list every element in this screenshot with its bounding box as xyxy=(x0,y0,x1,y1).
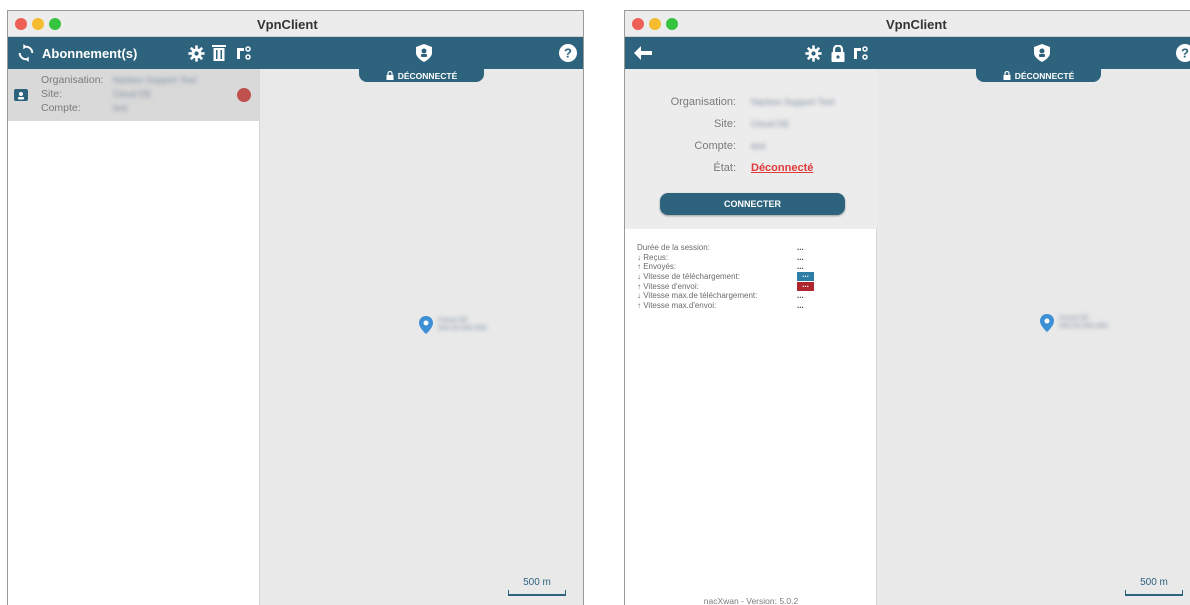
account-value: test xyxy=(113,103,128,113)
subscription-item[interactable]: Organisation: Site: Compte: Nacbox Suppo… xyxy=(8,69,260,121)
state-label: État: xyxy=(713,162,736,174)
minimize-window-button[interactable] xyxy=(32,18,44,30)
svg-text:?: ? xyxy=(564,46,572,61)
connection-status-tab: DÉCONNECTÉ xyxy=(976,69,1101,82)
zoom-window-button[interactable] xyxy=(49,18,61,30)
vpn-shield-icon xyxy=(413,42,435,64)
stat-value: ... xyxy=(797,291,804,301)
account-label: Compte: xyxy=(694,140,736,152)
close-window-button[interactable] xyxy=(15,18,27,30)
stat-value: ... xyxy=(797,243,804,252)
gear-icon[interactable] xyxy=(803,43,823,63)
stat-label: ↑ Vitesse d'envoi: xyxy=(637,281,699,291)
toolbar: Abonnement(s) ? xyxy=(8,37,583,69)
stat-label: ↓ Reçus: xyxy=(637,252,669,262)
stat-label: ↑ Envoyés: xyxy=(637,262,677,272)
lock-icon[interactable] xyxy=(828,43,848,63)
scale-label: 500 m xyxy=(1140,577,1168,588)
version-label: nacXwan - Version: 5.0.2 xyxy=(703,596,799,605)
trash-icon[interactable] xyxy=(209,43,229,63)
map-pin[interactable]: Cloud DE 000.00.000.000 xyxy=(419,316,487,334)
map-scale: 500 m xyxy=(1125,577,1183,596)
location-pin-icon xyxy=(1040,314,1054,332)
stat-value: ... xyxy=(797,252,804,262)
location-pin-icon xyxy=(419,316,433,334)
vpnclient-window-details: VpnClient ? Organisation: Site: Compte: xyxy=(624,10,1190,605)
map-pin[interactable]: Cloud DE 000.00.000.000 xyxy=(1040,314,1108,332)
subscription-list: Organisation: Site: Compte: Nacbox Suppo… xyxy=(8,69,260,605)
stat-label: ↓ Vitesse de téléchargement: xyxy=(637,272,741,282)
toolbar-title: Abonnement(s) xyxy=(42,46,138,61)
help-icon[interactable]: ? xyxy=(1175,43,1190,63)
window-title: VpnClient xyxy=(886,17,947,32)
stat-row: ↑ Vitesse max.d'envoi:... xyxy=(637,301,867,311)
map[interactable] xyxy=(877,69,1190,605)
state-value: Déconnecté xyxy=(751,162,814,174)
stat-value: ... xyxy=(797,280,814,291)
lock-icon xyxy=(386,71,394,80)
stat-row: ↓ Vitesse de téléchargement:... xyxy=(637,271,867,282)
session-stats: Durée de la session:... ↓ Reçus:... ↑ Envo… xyxy=(637,243,867,311)
gear-icon[interactable] xyxy=(186,43,206,63)
scale-bar xyxy=(508,590,566,596)
account-value: test xyxy=(751,141,766,151)
pin-site-label: Cloud DE xyxy=(1059,315,1089,322)
toolbar: ? xyxy=(625,37,1190,69)
connection-status-tab: DÉCONNECTÉ xyxy=(359,69,484,82)
stat-row: ↑ Vitesse d'envoi:... xyxy=(637,280,867,292)
help-icon[interactable]: ? xyxy=(558,43,578,63)
details-panel: Organisation: Site: Compte: État: Nacbox… xyxy=(625,69,877,605)
route-icon[interactable] xyxy=(851,43,871,63)
stat-value: ... xyxy=(797,301,804,311)
org-value: Nacbox Support Tool xyxy=(113,75,197,85)
stat-label: ↑ Vitesse max.d'envoi: xyxy=(637,301,717,311)
status-dot xyxy=(237,88,251,102)
connection-status-label: DÉCONNECTÉ xyxy=(397,70,458,81)
stat-row: Durée de la session:... xyxy=(637,243,867,253)
stat-row: ↓ Vitesse max.de téléchargement:... xyxy=(637,291,867,301)
vpn-shield-icon xyxy=(1031,42,1053,64)
stat-row: ↓ Reçus:... xyxy=(637,253,867,263)
refresh-icon[interactable] xyxy=(15,42,37,64)
lock-icon xyxy=(1003,71,1011,80)
org-label: Organisation: xyxy=(41,74,104,86)
back-arrow-icon[interactable] xyxy=(632,42,654,64)
vpnclient-window-subscriptions: VpnClient Abonnement(s) ? Organisation: … xyxy=(7,10,584,605)
subscription-details: Organisation: Site: Compte: État: Nacbox… xyxy=(625,69,877,229)
title-bar: VpnClient xyxy=(8,11,583,37)
close-window-button[interactable] xyxy=(632,18,644,30)
title-bar: VpnClient xyxy=(625,11,1190,37)
org-label: Organisation: xyxy=(670,96,736,108)
org-value: Nacbox Support Tool xyxy=(751,97,835,107)
map-scale: 500 m xyxy=(508,577,566,596)
zoom-window-button[interactable] xyxy=(666,18,678,30)
site-value: Cloud DE xyxy=(751,119,790,129)
route-icon[interactable] xyxy=(234,43,254,63)
scale-bar xyxy=(1125,590,1183,596)
site-label: Site: xyxy=(713,118,736,130)
account-label: Compte: xyxy=(41,102,81,114)
connect-button[interactable]: CONNECTER xyxy=(660,193,845,215)
site-label: Site: xyxy=(41,88,63,100)
stat-label: ↓ Vitesse max.de téléchargement: xyxy=(637,291,758,301)
pin-ip-label: 000.00.000.000 xyxy=(438,325,487,332)
pin-ip-label: 000.00.000.000 xyxy=(1059,323,1108,330)
window-title: VpnClient xyxy=(257,17,318,32)
pin-site-label: Cloud DE xyxy=(438,317,468,324)
svg-text:?: ? xyxy=(1181,46,1189,61)
scale-label: 500 m xyxy=(523,577,551,588)
contact-card-icon xyxy=(14,89,28,101)
stat-label: Durée de la session: xyxy=(637,243,710,252)
site-value: Cloud DE xyxy=(113,89,152,99)
minimize-window-button[interactable] xyxy=(649,18,661,30)
connection-status-label: DÉCONNECTÉ xyxy=(1014,70,1075,81)
stat-row: ↑ Envoyés:... xyxy=(637,262,867,272)
map[interactable] xyxy=(260,69,583,605)
